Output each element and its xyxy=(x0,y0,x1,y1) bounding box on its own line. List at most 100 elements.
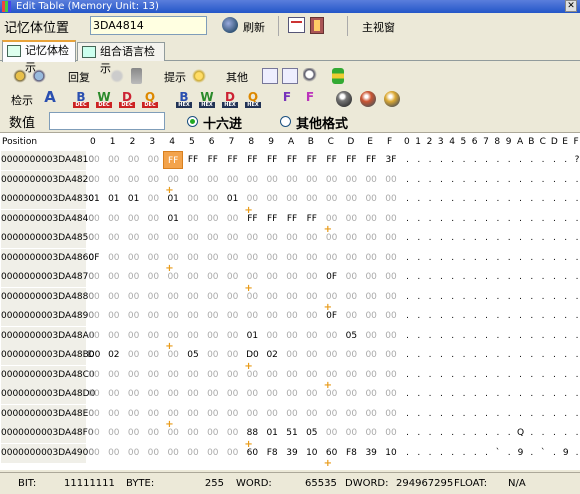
ascii-cell[interactable]: . xyxy=(448,405,457,423)
hex-byte-cell[interactable]: FF xyxy=(242,151,262,169)
ascii-cell[interactable]: . xyxy=(448,268,457,286)
hex-byte-cell[interactable]: 00 xyxy=(282,385,302,403)
ascii-cell[interactable]: 9 xyxy=(516,444,525,462)
dec-dword-icon[interactable]: D DEC xyxy=(119,91,135,108)
hex-byte-cell[interactable]: 00 xyxy=(163,288,183,306)
hex-byte-cell[interactable]: 51 xyxy=(282,424,302,442)
hex-byte-cell[interactable]: F8 xyxy=(262,444,282,462)
refresh-icon[interactable] xyxy=(222,17,238,33)
hex-byte-cell[interactable]: 00 xyxy=(84,229,104,247)
yellow-dot-icon[interactable] xyxy=(384,91,400,107)
ascii-cell[interactable]: . xyxy=(471,288,480,306)
ascii-cell[interactable]: . xyxy=(550,307,559,325)
double-icon[interactable]: F xyxy=(302,91,318,107)
hex-byte-cell[interactable]: 00 xyxy=(163,268,183,286)
ascii-cell[interactable]: . xyxy=(448,385,457,403)
hex-byte-cell[interactable]: 00 xyxy=(183,171,203,189)
ascii-cell[interactable]: . xyxy=(437,346,446,364)
ascii-cell[interactable]: . xyxy=(414,385,423,403)
ascii-cell[interactable]: . xyxy=(493,385,502,403)
ascii-cell[interactable]: . xyxy=(460,151,469,169)
ascii-cell[interactable]: . xyxy=(482,190,491,208)
hex-byte-cell[interactable]: 00 xyxy=(104,229,124,247)
hex-byte-cell[interactable]: 00 xyxy=(322,190,342,208)
ascii-cell[interactable]: . xyxy=(516,229,525,247)
hex-byte-cell[interactable]: 00 xyxy=(84,210,104,228)
hex-byte-cell[interactable]: 00 xyxy=(302,327,322,345)
hex-byte-cell[interactable]: 00 xyxy=(223,366,243,384)
ascii-cell[interactable]: . xyxy=(573,171,580,189)
ascii-cell[interactable]: . xyxy=(482,366,491,384)
hex-byte-cell[interactable]: 00 xyxy=(322,249,342,267)
ascii-cell[interactable]: . xyxy=(493,229,502,247)
hex-byte-cell[interactable]: 00 xyxy=(223,444,243,462)
ascii-cell[interactable]: . xyxy=(403,346,412,364)
ascii-cell[interactable]: . xyxy=(482,268,491,286)
ascii-cell[interactable]: . xyxy=(403,151,412,169)
hex-byte-cell[interactable]: 00 xyxy=(183,327,203,345)
hex-byte-cell[interactable]: 00 xyxy=(282,249,302,267)
address-input[interactable]: 3DA4814 xyxy=(90,16,207,35)
hex-byte-cell[interactable]: 00 xyxy=(143,190,163,208)
ascii-cell[interactable]: . xyxy=(550,190,559,208)
ascii-cell[interactable]: . xyxy=(482,307,491,325)
hex-byte-cell[interactable]: 00 xyxy=(84,327,104,345)
hex-byte-cell[interactable]: FF xyxy=(302,151,322,169)
refresh-button[interactable]: 刷新 xyxy=(243,19,265,35)
hex-byte-cell[interactable]: 00 xyxy=(262,288,282,306)
ascii-cell[interactable]: . xyxy=(426,424,435,442)
ascii-cell[interactable]: . xyxy=(437,288,446,306)
ascii-cell[interactable]: . xyxy=(527,229,536,247)
restore-button[interactable]: 回复 xyxy=(68,69,90,85)
ascii-cell[interactable]: . xyxy=(448,346,457,364)
ascii-cell[interactable]: . xyxy=(471,366,480,384)
dec-byte-icon[interactable]: B DEC xyxy=(73,91,89,108)
hex-byte-cell[interactable]: 00 xyxy=(341,210,361,228)
ascii-cell[interactable]: . xyxy=(460,190,469,208)
ascii-cell[interactable]: . xyxy=(426,405,435,423)
hex-byte-cell[interactable]: 00 xyxy=(163,229,183,247)
hex-byte-cell[interactable]: 00 xyxy=(322,366,342,384)
hex-byte-cell[interactable]: 00 xyxy=(203,288,223,306)
hex-byte-cell[interactable]: 00 xyxy=(203,346,223,364)
ascii-cell[interactable]: . xyxy=(493,307,502,325)
hex-byte-cell[interactable]: 00 xyxy=(143,405,163,423)
ascii-cell[interactable]: . xyxy=(550,229,559,247)
ascii-cell[interactable]: . xyxy=(493,249,502,267)
hex-byte-cell[interactable]: 01 xyxy=(124,190,144,208)
ascii-cell[interactable]: . xyxy=(505,405,514,423)
hex-byte-cell[interactable]: 00 xyxy=(84,385,104,403)
ascii-cell[interactable]: . xyxy=(448,424,457,442)
ascii-cell[interactable]: . xyxy=(573,190,580,208)
hex-byte-cell[interactable]: 00 xyxy=(124,327,144,345)
main-window-button[interactable]: 主视窗 xyxy=(362,19,395,35)
ascii-cell[interactable]: . xyxy=(437,366,446,384)
hex-byte-cell[interactable]: 00 xyxy=(183,210,203,228)
hex-byte-cell[interactable]: 00 xyxy=(163,327,183,345)
hex-radio[interactable] xyxy=(187,116,198,127)
hex-byte-cell[interactable]: 00 xyxy=(183,229,203,247)
hex-byte-cell[interactable]: 0F xyxy=(84,249,104,267)
hex-byte-cell[interactable]: 00 xyxy=(104,366,124,384)
hex-byte-cell[interactable]: 00 xyxy=(361,424,381,442)
ascii-cell[interactable]: . xyxy=(527,307,536,325)
hex-byte-cell[interactable]: 00 xyxy=(381,288,401,306)
ascii-cell[interactable]: . xyxy=(448,327,457,345)
hex-byte-cell[interactable]: 00 xyxy=(262,385,282,403)
gear-icon[interactable] xyxy=(12,68,28,84)
ascii-cell[interactable]: . xyxy=(482,249,491,267)
ascii-cell[interactable]: . xyxy=(561,229,570,247)
hex-byte-cell[interactable]: 00 xyxy=(84,171,104,189)
hex-byte-cell[interactable]: 01 xyxy=(223,190,243,208)
ascii-cell[interactable]: . xyxy=(493,190,502,208)
ascii-cell[interactable]: . xyxy=(539,268,548,286)
ascii-cell[interactable]: . xyxy=(482,229,491,247)
hex-byte-cell[interactable]: 00 xyxy=(143,210,163,228)
hex-byte-cell[interactable]: 00 xyxy=(262,249,282,267)
hex-byte-cell[interactable]: 00 xyxy=(183,288,203,306)
hex-byte-cell[interactable]: 00 xyxy=(104,210,124,228)
hex-byte-cell[interactable]: 00 xyxy=(143,424,163,442)
hex-byte-cell[interactable]: 3F xyxy=(381,151,401,169)
hex-byte-cell[interactable]: 00 xyxy=(183,405,203,423)
hex-byte-cell[interactable]: 00 xyxy=(361,190,381,208)
